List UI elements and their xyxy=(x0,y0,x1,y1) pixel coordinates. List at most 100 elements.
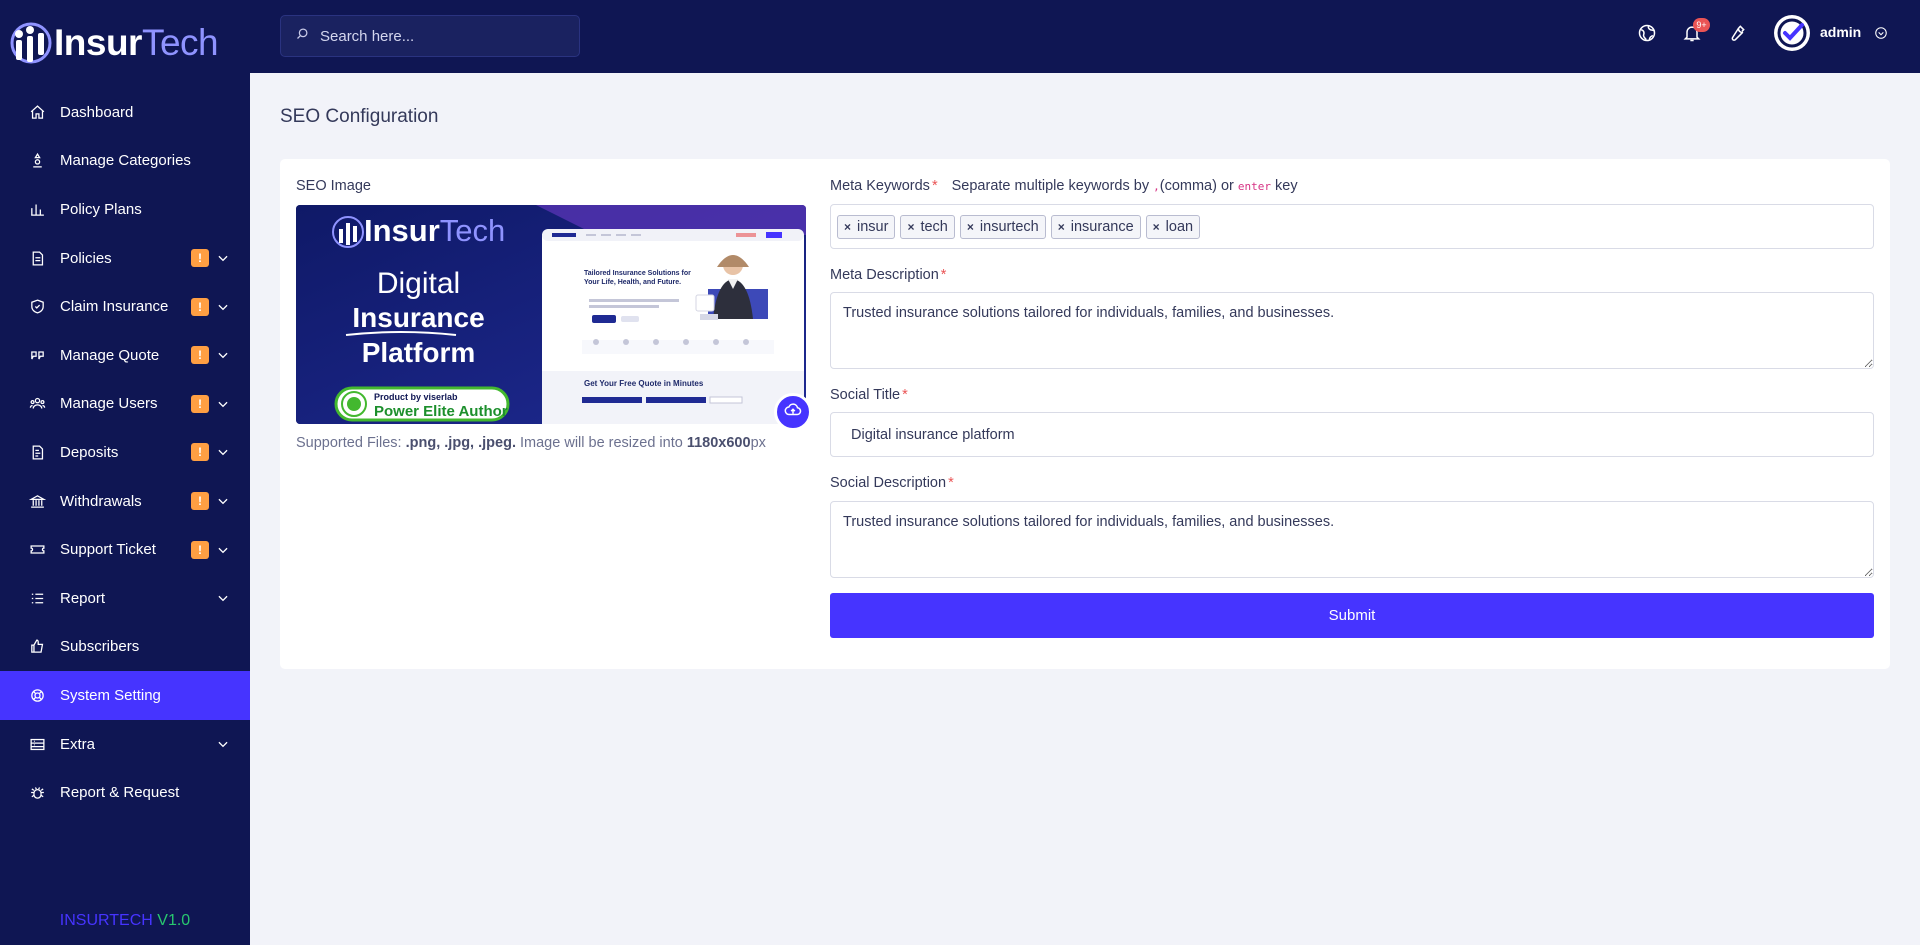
sidebar-item-report-request[interactable]: Report & Request xyxy=(0,768,250,817)
social-description-label: Social Description * xyxy=(830,475,954,491)
keyword-tag: × insur xyxy=(837,214,896,239)
meta-description-title: Meta Description xyxy=(830,267,939,283)
chevron-down-icon[interactable] xyxy=(216,348,230,362)
meta-keywords-input[interactable]: × insur × tech × insurtech × insurance × loan xyxy=(830,204,1874,249)
cloud-upload-icon xyxy=(784,401,802,424)
keyword-tag-label: tech xyxy=(920,218,948,235)
seo-config-card: SEO Image InsurTech Digital Insurance Pl… xyxy=(280,159,1890,669)
sidebar-item-label: Dashboard xyxy=(60,103,134,121)
submit-button[interactable]: Submit xyxy=(830,593,1874,638)
sidebar-item-label: Manage Users xyxy=(60,395,158,413)
keyword-tag-label: insurance xyxy=(1070,218,1134,235)
sidebar-item-policies[interactable]: Policies ! xyxy=(0,234,250,283)
social-title-title: Social Title xyxy=(830,387,901,403)
chevron-down-icon[interactable] xyxy=(216,737,230,751)
meta-keywords-title: Meta Keywords xyxy=(830,178,930,194)
home-icon xyxy=(28,103,46,121)
keyword-tag: × insurance xyxy=(1050,214,1141,239)
sidebar-item-support-ticket[interactable]: Support Ticket ! xyxy=(0,525,250,574)
topbar: 9+ admin xyxy=(250,0,1920,73)
meta-description-label: Meta Description * xyxy=(830,267,946,283)
page-title: SEO Configuration xyxy=(280,106,439,127)
bell-icon[interactable]: 9+ xyxy=(1681,18,1710,44)
remove-tag-icon[interactable]: × xyxy=(907,220,914,234)
banner-badge-top: Product by viserlab xyxy=(374,392,458,402)
sidebar-item-label: Deposits xyxy=(60,443,119,461)
alert-badge: ! xyxy=(191,540,209,559)
chevron-down-icon[interactable] xyxy=(216,251,230,265)
shield-icon xyxy=(28,298,46,316)
sidebar-item-manage-users[interactable]: Manage Users ! xyxy=(0,380,250,429)
document-icon xyxy=(28,249,46,267)
sidebar-item-claim-insurance[interactable]: Claim Insurance ! xyxy=(0,282,250,331)
chevron-down-icon[interactable] xyxy=(216,591,230,605)
required-asterisk: * xyxy=(948,475,954,491)
remove-tag-icon[interactable]: × xyxy=(1153,220,1160,234)
supported-files-note: Supported Files: .png, .jpg, .jpeg. Imag… xyxy=(296,435,766,451)
sidebar-item-extra[interactable]: Extra xyxy=(0,720,250,769)
social-title-input[interactable] xyxy=(830,412,1874,457)
sidebar-item-manage-quote[interactable]: Manage Quote ! xyxy=(0,331,250,380)
upload-image-button[interactable] xyxy=(774,393,812,431)
chart-icon xyxy=(28,200,46,218)
sidebar-item-label: Report xyxy=(60,589,106,607)
social-description-textarea[interactable]: Trusted insurance solutions tailored for… xyxy=(830,501,1874,578)
keyword-tag-label: insur xyxy=(857,218,889,235)
keyword-tag: × tech xyxy=(900,214,955,239)
banner-preview-quote: Get Your Free Quote in Minutes xyxy=(584,379,704,388)
category-icon xyxy=(28,152,46,170)
keywords-hint-comma: , xyxy=(1153,180,1160,193)
avatar[interactable] xyxy=(1774,15,1810,51)
supported-unit: px xyxy=(750,435,766,451)
users-icon xyxy=(28,395,46,413)
banner-line2: Insurance xyxy=(352,302,485,333)
wrench-icon[interactable] xyxy=(1726,22,1748,44)
bank-icon xyxy=(28,492,46,510)
alert-badge: ! xyxy=(191,394,209,413)
supported-size: 1180x600 xyxy=(686,435,751,451)
sidebar-item-withdrawals[interactable]: Withdrawals ! xyxy=(0,477,250,526)
sidebar-item-label: Subscribers xyxy=(60,638,140,656)
logo-mark-icon xyxy=(10,19,52,67)
chevron-down-icon[interactable] xyxy=(216,543,230,557)
sidebar-item-policy-plans[interactable]: Policy Plans xyxy=(0,185,250,234)
app-version: INSURTECH V1.0 xyxy=(0,912,250,930)
banner-line3: Platform xyxy=(361,337,476,368)
supported-types: .png, .jpg, .jpeg. xyxy=(405,435,516,451)
chevron-down-icon[interactable] xyxy=(216,494,230,508)
remove-tag-icon[interactable]: × xyxy=(844,220,851,234)
sidebar-item-label: Support Ticket xyxy=(60,541,156,559)
list-icon xyxy=(28,589,46,607)
remove-tag-icon[interactable]: × xyxy=(967,220,974,234)
banner-preview-headline: Tailored Insurance Solutions for Your Li… xyxy=(584,270,691,286)
required-asterisk: * xyxy=(940,267,947,283)
search-icon xyxy=(295,26,310,46)
sidebar-item-manage-categories[interactable]: Manage Categories xyxy=(0,137,250,186)
chevron-down-icon[interactable] xyxy=(216,300,230,314)
alert-badge: ! xyxy=(191,492,209,511)
banner-badge-bottom: Power Elite Author xyxy=(374,403,508,420)
brand-logo[interactable]: InsurTech xyxy=(10,18,219,68)
chevron-down-icon[interactable] xyxy=(216,397,230,411)
chevron-down-circle-icon[interactable] xyxy=(1874,26,1888,40)
globe-icon[interactable] xyxy=(1636,22,1658,44)
keyword-tag: × insurtech xyxy=(959,214,1046,239)
sidebar-item-report[interactable]: Report xyxy=(0,574,250,623)
sidebar-item-system-setting[interactable]: System Setting xyxy=(0,671,250,720)
sidebar-item-label: Report & Request xyxy=(60,784,180,802)
banner-logo-part1: Insur xyxy=(364,213,440,248)
sidebar-item-deposits[interactable]: Deposits ! xyxy=(0,428,250,477)
supported-prefix: Supported Files: xyxy=(296,435,406,451)
chevron-down-icon[interactable] xyxy=(216,445,230,459)
search-input[interactable] xyxy=(320,27,560,45)
keywords-hint-enter: enter xyxy=(1237,180,1272,193)
seo-image-preview: InsurTech Digital Insurance Platform Pro… xyxy=(296,205,806,424)
sidebar-item-subscribers[interactable]: Subscribers xyxy=(0,623,250,672)
search-box[interactable] xyxy=(280,15,580,57)
remove-tag-icon[interactable]: × xyxy=(1058,220,1065,234)
server-icon xyxy=(28,735,46,753)
sidebar-item-dashboard[interactable]: Dashboard xyxy=(0,88,250,137)
required-asterisk: * xyxy=(931,178,938,194)
user-name[interactable]: admin xyxy=(1820,24,1861,40)
meta-description-textarea[interactable]: Trusted insurance solutions tailored for… xyxy=(830,292,1874,369)
